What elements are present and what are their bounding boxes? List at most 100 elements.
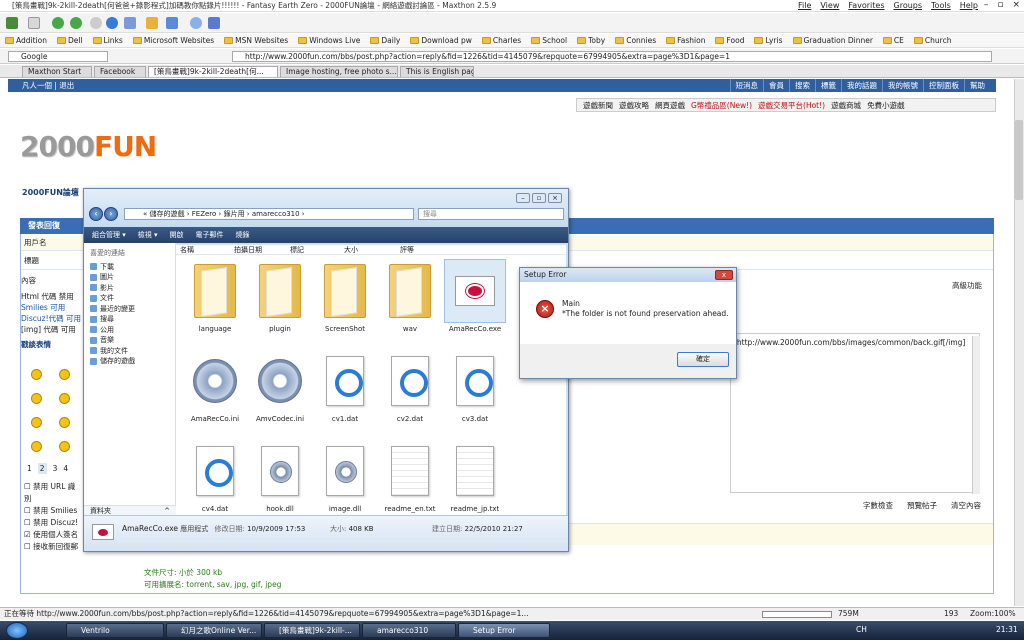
tab-maxthon-start[interactable]: Maxthon Start <box>22 66 92 77</box>
open-button[interactable]: 開啟 <box>170 230 184 240</box>
fav-fashion[interactable]: Fashion <box>661 36 710 45</box>
nav-pictures[interactable]: 圖片 <box>90 272 175 283</box>
language-indicator[interactable]: CH <box>856 625 867 634</box>
zoom-level[interactable]: Zoom:100% <box>970 608 1016 620</box>
nav-saved-games[interactable]: 儲存的遊戲 <box>90 356 175 367</box>
fav-daily[interactable]: Daily <box>365 36 405 45</box>
preview-button[interactable]: 預覽帖子 <box>907 500 937 511</box>
task-explorer[interactable]: amarecco310 <box>362 623 456 638</box>
gift-zone-link[interactable]: G幣禮品區(New!) <box>691 100 752 111</box>
smiley-icon[interactable] <box>31 393 42 404</box>
fav-food[interactable]: Food <box>710 36 749 45</box>
explorer-minimize-button[interactable]: – <box>516 193 530 203</box>
menu-file[interactable]: File <box>798 1 811 10</box>
minimize-button[interactable]: – <box>984 0 989 10</box>
option-disable-smilies[interactable]: ☐ 禁用 Smilies <box>24 505 81 517</box>
file-item[interactable]: ScreenShot <box>314 259 376 343</box>
menu-favorites[interactable]: Favorites <box>848 1 884 10</box>
smiley-icon[interactable] <box>31 441 42 452</box>
editor-scrollbar[interactable] <box>972 336 980 494</box>
start-button[interactable] <box>6 622 28 639</box>
explorer-maximize-button[interactable]: ▫ <box>532 193 546 203</box>
task-setup-error[interactable]: Setup Error <box>458 623 550 638</box>
nav-public[interactable]: 公用 <box>90 325 175 336</box>
fav-dell[interactable]: Dell <box>52 36 88 45</box>
fav-charles[interactable]: Charles <box>477 36 526 45</box>
smiley-icon[interactable] <box>59 441 70 452</box>
organize-button[interactable]: 組合管理 ▾ <box>92 230 126 240</box>
explorer-close-button[interactable]: × <box>548 193 562 203</box>
back-icon[interactable] <box>52 17 64 29</box>
nav-my-account[interactable]: 我的帳號 <box>882 79 923 92</box>
fav-church[interactable]: Church <box>909 36 957 45</box>
nav-documents[interactable]: 文件 <box>90 293 175 304</box>
forward-icon[interactable]: › <box>104 207 118 221</box>
smiley-icon[interactable] <box>59 369 70 380</box>
nav-my-topics[interactable]: 我的話題 <box>841 79 882 92</box>
forum-breadcrumb[interactable]: 2000FUN論壇 <box>22 187 79 198</box>
refresh-icon[interactable] <box>106 17 118 29</box>
smiley-icon[interactable] <box>59 393 70 404</box>
nav-search[interactable]: 搜尋 <box>90 314 175 325</box>
col-size[interactable]: 大小 <box>344 245 358 255</box>
fav-addition[interactable]: Addition <box>0 36 52 45</box>
nav-downloads[interactable]: 下載 <box>90 262 175 273</box>
file-item[interactable]: cv1.dat <box>314 349 376 433</box>
burn-button[interactable]: 燒錄 <box>236 230 250 240</box>
smiley-icon[interactable] <box>59 417 70 428</box>
explorer-search-input[interactable]: 搜尋 <box>418 208 564 220</box>
smiley-icon[interactable] <box>31 369 42 380</box>
page-4[interactable]: 4 <box>63 463 68 474</box>
tools-icon[interactable] <box>124 17 136 29</box>
fav-windows-live[interactable]: Windows Live <box>293 36 365 45</box>
game-news-link[interactable]: 遊戲新聞 <box>583 100 613 111</box>
new-page-icon[interactable] <box>28 17 40 29</box>
post-editor[interactable] <box>730 333 980 493</box>
nav-control-panel[interactable]: 控制面板 <box>923 79 964 92</box>
back-icon[interactable]: ‹ <box>89 207 103 221</box>
tab-facebook[interactable]: Facebook <box>94 66 146 77</box>
file-item[interactable]: readme_jp.txt <box>444 439 506 523</box>
game-guides-link[interactable]: 遊戲攻略 <box>619 100 649 111</box>
email-button[interactable]: 電子郵件 <box>196 230 224 240</box>
close-button[interactable]: × <box>1012 0 1020 10</box>
page-scrollbar-thumb[interactable] <box>1015 120 1023 200</box>
file-item[interactable]: hook.dll <box>249 439 311 523</box>
file-item[interactable]: cv4.dat <box>184 439 246 523</box>
nav-pm[interactable]: 短消息 <box>729 79 764 92</box>
web-games-link[interactable]: 網頁遊戲 <box>655 100 685 111</box>
page-2[interactable]: 2 <box>37 463 47 474</box>
tab-forum[interactable]: [策鳥畫戰]9k-2kill-2death[何... <box>148 66 278 77</box>
fav-links[interactable]: Links <box>88 36 128 45</box>
stop-icon[interactable] <box>90 17 102 29</box>
page-1[interactable]: 1 <box>27 463 32 474</box>
task-browser[interactable]: [策鳥畫戰]9k-2kill-... <box>264 623 360 638</box>
menu-tools[interactable]: Tools <box>931 1 951 10</box>
home-icon[interactable] <box>146 17 158 29</box>
search-input[interactable]: Google <box>8 51 108 62</box>
nav-tags[interactable]: 標籤 <box>815 79 841 92</box>
file-item[interactable]: language <box>184 259 246 343</box>
file-item[interactable]: readme_en.txt <box>379 439 441 523</box>
maximize-button[interactable]: ▫ <box>997 0 1003 10</box>
clear-button[interactable]: 清空內容 <box>951 500 981 511</box>
user-link[interactable]: 凡人一個 <box>22 81 52 90</box>
window-icon[interactable] <box>208 17 220 29</box>
clock-icon[interactable] <box>190 17 202 29</box>
fav-school[interactable]: School <box>526 36 572 45</box>
smiley-icon[interactable] <box>31 417 42 428</box>
advanced-link[interactable]: 高級功能 <box>952 280 982 291</box>
dialog-close-button[interactable]: x <box>715 270 733 280</box>
explorer-address-bar[interactable]: « 儲存的遊戲 › FEZero › 錄片用 › amarecco310 › <box>124 208 414 220</box>
option-disable-url[interactable]: ☐ 禁用 URL 識別 <box>24 481 81 505</box>
fav-connies[interactable]: Connies <box>610 36 661 45</box>
col-name[interactable]: 名稱 <box>180 245 194 255</box>
url-input[interactable]: http://www.2000fun.com/bbs/post.php?acti… <box>232 51 992 62</box>
fav-msn[interactable]: MSN Websites <box>219 36 293 45</box>
menu-view[interactable]: View <box>820 1 839 10</box>
file-item[interactable]: plugin <box>249 259 311 343</box>
word-count-button[interactable]: 字數檢查 <box>863 500 893 511</box>
file-item[interactable]: AmvCodec.ini <box>249 349 311 433</box>
file-item[interactable]: AmaRecCo.exe <box>444 259 506 343</box>
game-shop-link[interactable]: 遊戲商城 <box>831 100 861 111</box>
